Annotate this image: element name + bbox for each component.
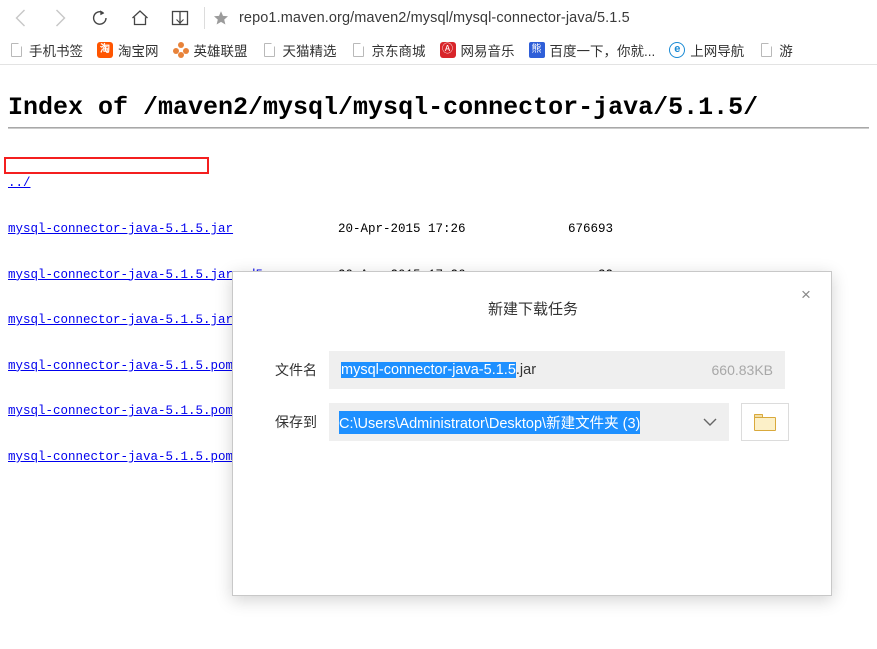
bookmark-label: 手机书签 bbox=[29, 43, 83, 59]
browse-folder-button[interactable] bbox=[741, 403, 789, 441]
toolbar-divider bbox=[204, 6, 205, 29]
page-title: Index of /maven2/mysql/mysql-connector-j… bbox=[8, 92, 759, 122]
filename-row: 文件名 mysql-connector-java-5.1.5 .jar 660.8… bbox=[233, 351, 833, 389]
refresh-button[interactable] bbox=[80, 1, 120, 35]
page-icon bbox=[351, 42, 367, 58]
bookmark-label: 淘宝网 bbox=[118, 43, 159, 59]
list-item-parent[interactable]: ../ bbox=[8, 176, 613, 191]
netease-music-icon: Ⓐ bbox=[439, 41, 456, 58]
baidu-icon: 熊 bbox=[528, 41, 545, 58]
bookmark-netease-music[interactable]: Ⓐ 网易音乐 bbox=[439, 40, 515, 60]
save-path-value: C:\Users\Administrator\Desktop\新建文件夹 (3) bbox=[339, 410, 641, 434]
page-icon bbox=[262, 42, 278, 58]
forward-button[interactable] bbox=[40, 1, 80, 35]
filename-extension-text: .jar bbox=[515, 362, 537, 378]
taobao-icon: 淘 bbox=[97, 41, 113, 58]
page-icon bbox=[8, 42, 24, 58]
back-button[interactable] bbox=[0, 1, 40, 35]
filename-input[interactable]: mysql-connector-java-5.1.5 .jar 660.83KB bbox=[329, 351, 785, 389]
file-date: 20-Apr-2015 17:26 bbox=[338, 222, 466, 237]
new-download-task-dialog: 新建下载任务 × 文件名 mysql-connector-java-5.1.5.… bbox=[232, 271, 832, 596]
save-path-input[interactable]: C:\Users\Administrator\Desktop\新建文件夹 (3) bbox=[329, 403, 729, 441]
folder-icon bbox=[754, 413, 776, 431]
page-icon bbox=[758, 42, 774, 58]
bookmark-jd[interactable]: 京东商城 bbox=[351, 40, 426, 60]
lol-icon bbox=[172, 41, 189, 58]
bookmark-taobao[interactable]: 淘 淘宝网 bbox=[97, 40, 159, 60]
bookmark-tmall[interactable]: 天猫精选 bbox=[262, 40, 337, 60]
file-link[interactable]: mysql-connector-java-5.1.5.pom.md5 bbox=[8, 404, 263, 418]
horizontal-rule bbox=[8, 127, 869, 129]
save-path-label: 保存到 bbox=[275, 414, 317, 430]
bookmark-baidu[interactable]: 熊 百度一下，你就... bbox=[528, 40, 656, 60]
bookmark-label: 上网导航 bbox=[690, 43, 745, 59]
dialog-title: 新建下载任务 bbox=[487, 301, 578, 318]
file-size-label: 660.83KB bbox=[711, 362, 774, 378]
bookmark-nav[interactable]: e 上网导航 bbox=[669, 40, 744, 60]
bookmark-mobile[interactable]: 手机书签 bbox=[8, 40, 83, 60]
filename-label: 文件名 bbox=[275, 362, 317, 378]
bookmark-label: 英雄联盟 bbox=[193, 43, 248, 59]
save-path-row: 保存到 C:\Users\Administrator\Desktop\新建文件夹… bbox=[233, 403, 833, 441]
browser-toolbar: repo1.maven.org/maven2/mysql/mysql-conne… bbox=[0, 0, 877, 35]
browser-window: repo1.maven.org/maven2/mysql/mysql-conne… bbox=[0, 0, 877, 649]
file-link[interactable]: mysql-connector-java-5.1.5.jar bbox=[8, 222, 233, 236]
file-link[interactable]: mysql-connector-java-5.1.5.pom bbox=[8, 359, 233, 373]
bookmark-star-icon[interactable] bbox=[213, 10, 229, 26]
bookmark-label: 游 bbox=[779, 43, 793, 59]
chevron-down-icon[interactable] bbox=[699, 418, 721, 427]
table-row[interactable]: mysql-connector-java-5.1.5.jar 20-Apr-201… bbox=[8, 222, 613, 237]
file-size: 676693 bbox=[567, 222, 613, 237]
home-icon[interactable] bbox=[120, 1, 160, 35]
bookmark-label: 京东商城 bbox=[371, 43, 426, 59]
bookmark-label: 网易音乐 bbox=[460, 43, 515, 59]
bookmark-label: 百度一下，你就... bbox=[549, 43, 656, 59]
bookmarks-bar: 手机书签 淘 淘宝网 英雄联盟 天猫精选 京东商城 Ⓐ 网易音乐 熊 百度一下，… bbox=[0, 35, 877, 65]
parent-directory-link[interactable]: ../ bbox=[8, 176, 31, 190]
address-bar-url[interactable]: repo1.maven.org/maven2/mysql/mysql-conne… bbox=[239, 10, 630, 26]
filename-selected-text: mysql-connector-java-5.1.5 bbox=[341, 362, 516, 378]
reading-view-icon[interactable] bbox=[160, 1, 200, 35]
bookmark-lol[interactable]: 英雄联盟 bbox=[172, 40, 248, 60]
ie-icon: e bbox=[669, 41, 686, 58]
file-link[interactable]: mysql-connector-java-5.1.5.jar.md5 bbox=[8, 268, 263, 282]
bookmark-label: 天猫精选 bbox=[282, 43, 337, 59]
bookmark-games[interactable]: 游 bbox=[758, 40, 793, 60]
close-icon[interactable]: × bbox=[793, 281, 819, 307]
